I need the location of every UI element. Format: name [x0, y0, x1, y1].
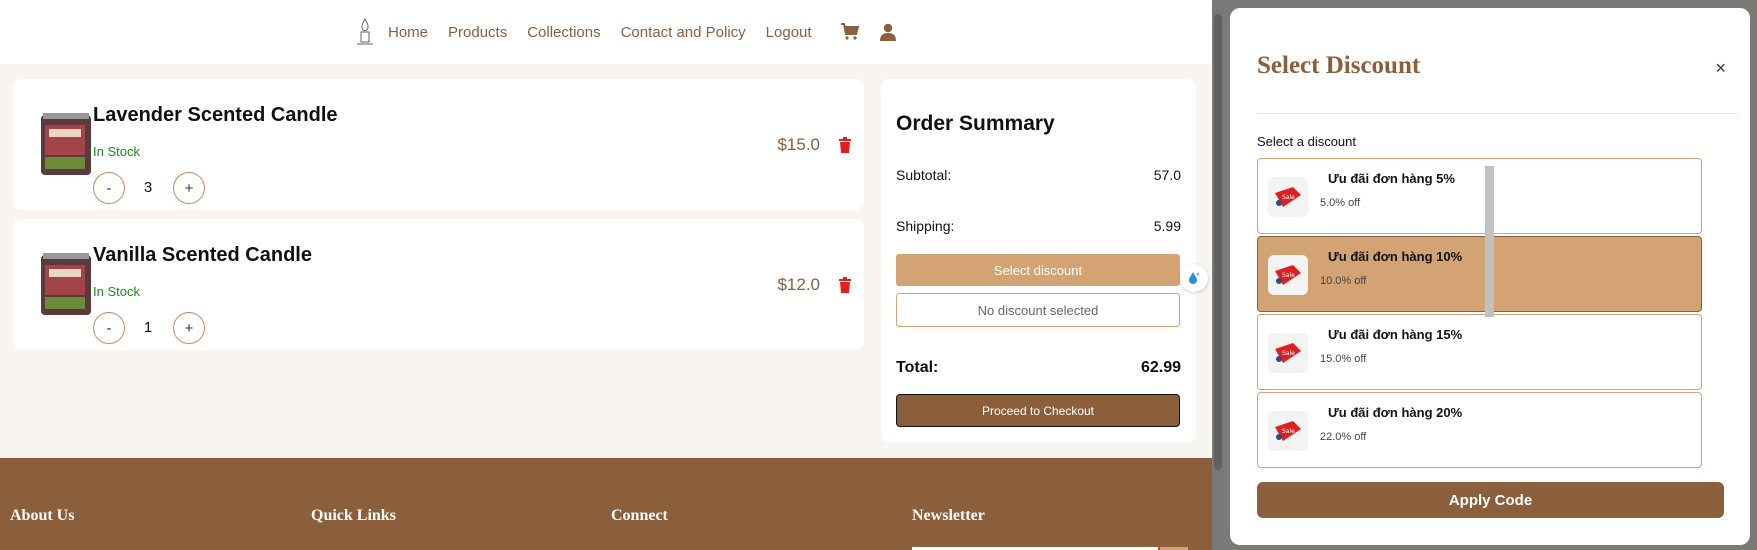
shipping-label: Shipping:	[896, 218, 955, 234]
nav-products[interactable]: Products	[448, 24, 507, 41]
main-nav: Home Products Collections Contact and Po…	[354, 18, 908, 46]
svg-text:Sale: Sale	[1282, 194, 1295, 201]
modal-divider	[1257, 113, 1738, 114]
discount-option[interactable]: Sale Ưu đãi đơn hàng 15% 15.0% off	[1257, 314, 1702, 390]
discount-option[interactable]: Sale Ưu đãi đơn hàng 20% 22.0% off	[1257, 392, 1702, 468]
close-icon[interactable]: ×	[1715, 58, 1726, 79]
svg-text:Sale: Sale	[1282, 272, 1295, 279]
discount-list: Sale Ưu đãi đơn hàng 5% 5.0% off Sale Ưu…	[1257, 150, 1702, 468]
item-price: $15.0	[777, 135, 820, 154]
discount-list-label: Select a discount	[1257, 134, 1357, 149]
increase-qty-button[interactable]: +	[173, 172, 205, 204]
sale-tag-icon: Sale	[1268, 333, 1308, 373]
discount-subtitle: 15.0% off	[1320, 353, 1367, 365]
water-drop-icon[interactable]	[1180, 264, 1208, 292]
total-label: Total:	[896, 359, 939, 376]
user-icon[interactable]	[879, 23, 896, 41]
product-image	[41, 253, 91, 315]
candle-logo-icon[interactable]	[354, 17, 376, 47]
discount-title: Ưu đãi đơn hàng 15%	[1328, 327, 1463, 342]
nav-logout[interactable]: Logout	[766, 24, 812, 41]
decrease-qty-button[interactable]: -	[93, 172, 125, 204]
qty-value: 3	[143, 179, 153, 196]
discount-option[interactable]: Sale Ưu đãi đơn hàng 10% 10.0% off	[1257, 236, 1702, 312]
shipping-value: 5.99	[1153, 218, 1181, 234]
discount-subtitle: 5.0% off	[1320, 197, 1361, 209]
sale-tag-icon: Sale	[1268, 177, 1308, 217]
site-header: Home Products Collections Contact and Po…	[0, 0, 1212, 64]
discount-subtitle: 22.0% off	[1320, 431, 1367, 443]
total-value: 62.99	[1140, 359, 1181, 376]
modal-title: Select Discount	[1257, 52, 1421, 79]
cart-icon[interactable]	[840, 23, 860, 41]
product-image	[41, 113, 91, 175]
footer-newsletter-heading: Newsletter	[912, 507, 985, 524]
nav-home[interactable]: Home	[388, 24, 428, 41]
discount-option[interactable]: Sale Ưu đãi đơn hàng 5% 5.0% off	[1257, 158, 1702, 234]
checkout-button[interactable]: Proceed to Checkout	[896, 394, 1180, 427]
discount-list-scrollbar[interactable]	[1484, 150, 1495, 460]
svg-text:Sale: Sale	[1282, 350, 1295, 357]
nav-collections[interactable]: Collections	[527, 24, 600, 41]
discount-title: Ưu đãi đơn hàng 10%	[1328, 249, 1463, 264]
product-name: Vanilla Scented Candle	[93, 244, 312, 266]
discount-title: Ưu đãi đơn hàng 20%	[1328, 405, 1463, 420]
total-row: Total: 62.99	[896, 359, 1181, 377]
order-summary: Order Summary Subtotal: 57.0 Shipping: 5…	[881, 79, 1196, 442]
summary-title: Order Summary	[896, 112, 1055, 135]
apply-code-button[interactable]: Apply Code	[1257, 482, 1724, 518]
footer-about-heading: About Us	[10, 507, 75, 524]
item-price: $12.0	[777, 275, 820, 294]
product-name: Lavender Scented Candle	[93, 104, 338, 126]
select-discount-button[interactable]: Select discount	[896, 254, 1180, 286]
cart-item: Lavender Scented Candle In Stock - 3 + $…	[13, 79, 864, 210]
footer-connect-heading: Connect	[611, 507, 668, 524]
decrease-qty-button[interactable]: -	[93, 312, 125, 344]
trash-icon[interactable]	[838, 137, 852, 153]
discount-subtitle: 10.0% off	[1320, 275, 1367, 287]
subtotal-value: 57.0	[1153, 167, 1181, 183]
discount-list-scrollbar-thumb[interactable]	[1485, 166, 1494, 317]
discount-title: Ưu đãi đơn hàng 5%	[1328, 171, 1455, 186]
discount-status: No discount selected	[896, 293, 1180, 327]
svg-text:Sale: Sale	[1282, 428, 1295, 435]
sale-tag-icon: Sale	[1268, 411, 1308, 451]
footer-links-heading: Quick Links	[311, 507, 396, 524]
stock-status: In Stock	[93, 144, 140, 159]
cart-item: Vanilla Scented Candle In Stock - 1 + $1…	[13, 219, 864, 350]
stock-status: In Stock	[93, 284, 140, 299]
qty-value: 1	[143, 319, 153, 336]
subtotal-label: Subtotal:	[896, 167, 952, 183]
subtotal-row: Subtotal: 57.0	[896, 167, 1181, 183]
increase-qty-button[interactable]: +	[173, 312, 205, 344]
nav-contact[interactable]: Contact and Policy	[621, 24, 746, 41]
shipping-row: Shipping: 5.99	[896, 218, 1181, 234]
sale-tag-icon: Sale	[1268, 255, 1308, 295]
trash-icon[interactable]	[838, 277, 852, 293]
site-footer: About Us Quick Links Connect Newsletter	[0, 458, 1212, 550]
